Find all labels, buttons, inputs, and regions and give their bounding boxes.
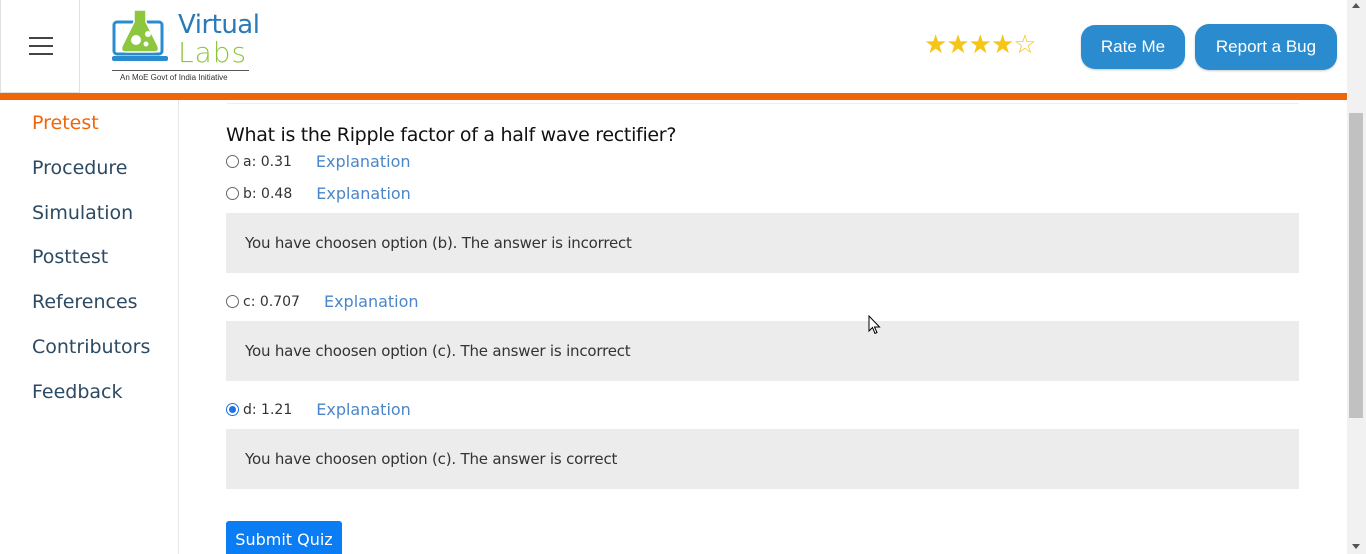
option-d-label: d: 1.21 <box>243 401 293 418</box>
header: Virtual Labs An MoE Govt of India Initia… <box>0 0 1347 93</box>
report-bug-button[interactable]: Report a Bug <box>1195 24 1337 70</box>
quiz-option-b: b: 0.48 Explanation <box>226 184 411 203</box>
quiz-question: What is the Ripple factor of a half wave… <box>226 124 677 146</box>
sidebar: Pretest Procedure Simulation Posttest Re… <box>0 100 179 554</box>
option-d-feedback: You have choosen option (c). The answer … <box>226 429 1299 489</box>
option-d-radio[interactable] <box>226 403 239 416</box>
header-accent-bar <box>0 93 1347 100</box>
vertical-scrollbar[interactable] <box>1347 0 1366 554</box>
rating-stars[interactable]: ★★★★☆ <box>924 30 1037 60</box>
option-a-radio[interactable] <box>226 155 239 168</box>
scroll-up-arrow-icon[interactable] <box>1352 3 1360 8</box>
logo-tagline: An MoE Govt of India Initiative <box>120 73 228 82</box>
sidebar-item-contributors[interactable]: Contributors <box>32 336 150 358</box>
scrollbar-thumb[interactable] <box>1349 113 1363 418</box>
sidebar-item-posttest[interactable]: Posttest <box>32 246 108 268</box>
option-a-explanation-link[interactable]: Explanation <box>316 152 411 171</box>
sidebar-item-procedure[interactable]: Procedure <box>32 157 127 179</box>
option-b-radio[interactable] <box>226 187 239 200</box>
hamburger-line <box>29 37 53 39</box>
sidebar-item-simulation[interactable]: Simulation <box>32 202 133 224</box>
star-filled-icon[interactable]: ★ <box>946 30 969 60</box>
option-c-label: c: 0.707 <box>243 293 300 310</box>
rate-me-button[interactable]: Rate Me <box>1081 25 1185 69</box>
sidebar-item-feedback[interactable]: Feedback <box>32 381 122 403</box>
sidebar-item-references[interactable]: References <box>32 291 138 313</box>
option-c-feedback: You have choosen option (c). The answer … <box>226 321 1299 381</box>
submit-quiz-button[interactable]: Submit Quiz <box>226 521 342 554</box>
logo-divider <box>112 70 249 71</box>
option-c-radio[interactable] <box>226 295 239 308</box>
divider <box>227 103 1299 104</box>
sidebar-item-pretest[interactable]: Pretest <box>32 112 99 134</box>
hamburger-menu-button[interactable] <box>0 0 80 93</box>
star-empty-icon[interactable]: ☆ <box>1013 30 1036 60</box>
logo-title-labs: Labs <box>178 36 248 69</box>
star-filled-icon[interactable]: ★ <box>924 30 947 60</box>
option-c-explanation-link[interactable]: Explanation <box>324 292 419 311</box>
quiz-option-a: a: 0.31 Explanation <box>226 152 411 171</box>
star-filled-icon[interactable]: ★ <box>991 30 1014 60</box>
quiz-option-d: d: 1.21 Explanation <box>226 400 411 419</box>
option-a-label: a: 0.31 <box>243 153 292 170</box>
quiz-option-c: c: 0.707 Explanation <box>226 292 419 311</box>
mouse-cursor-icon <box>868 315 881 335</box>
hamburger-line <box>29 53 53 55</box>
option-b-feedback: You have choosen option (b). The answer … <box>226 213 1299 273</box>
lab-flask-icon <box>112 9 168 61</box>
option-b-explanation-link[interactable]: Explanation <box>316 184 411 203</box>
hamburger-line <box>29 45 53 47</box>
option-b-label: b: 0.48 <box>243 185 293 202</box>
scroll-down-arrow-icon[interactable] <box>1352 544 1360 549</box>
quiz-panel: What is the Ripple factor of a half wave… <box>180 100 1347 554</box>
option-d-explanation-link[interactable]: Explanation <box>316 400 411 419</box>
star-filled-icon[interactable]: ★ <box>969 30 992 60</box>
